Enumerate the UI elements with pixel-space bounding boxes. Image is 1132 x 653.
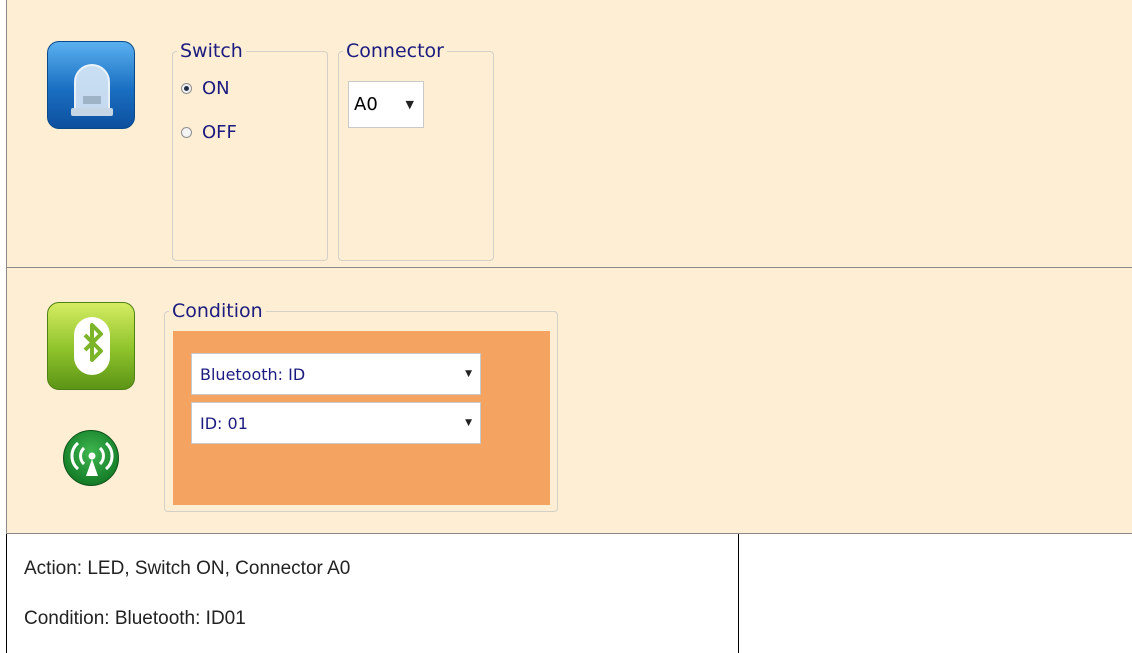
connector-group: Connector [338,40,494,261]
condition-type-select[interactable]: Bluetooth: ID ▼ [191,353,481,395]
action-summary: Action: LED, Switch ON, Connector A0 [24,558,351,579]
connector-legend: Connector [346,40,444,62]
switch-off-radio[interactable]: OFF [181,122,237,143]
connector-value: A0 [354,94,378,115]
radio-checked-icon [181,83,192,94]
condition-id-value: ID: 01 [200,413,248,433]
led-icon[interactable] [47,41,135,129]
action-panel: Switch ON OFF Connector A0 ▼ [6,0,1132,268]
chevron-down-icon: ▼ [405,98,414,111]
condition-legend: Condition [172,300,263,322]
switch-legend: Switch [180,40,243,62]
table-divider [738,534,739,653]
switch-on-radio[interactable]: ON [181,78,230,99]
switch-group: Switch [172,40,328,261]
radio-unchecked-icon [181,127,192,138]
condition-id-select[interactable]: ID: 01 ▼ [191,402,481,444]
condition-type-value: Bluetooth: ID [200,364,306,384]
chevron-down-icon: ▼ [465,418,472,428]
bluetooth-icon[interactable] [47,302,135,390]
connector-select[interactable]: A0 ▼ [348,81,424,128]
condition-panel: Condition Bluetooth: ID ▼ ID: 01 ▼ [6,268,1132,534]
wireless-icon[interactable] [63,430,119,486]
table-left-border [6,534,7,653]
chevron-down-icon: ▼ [465,369,472,379]
switch-on-label: ON [202,78,230,99]
condition-summary: Condition: Bluetooth: ID01 [24,608,246,629]
switch-off-label: OFF [202,122,237,143]
